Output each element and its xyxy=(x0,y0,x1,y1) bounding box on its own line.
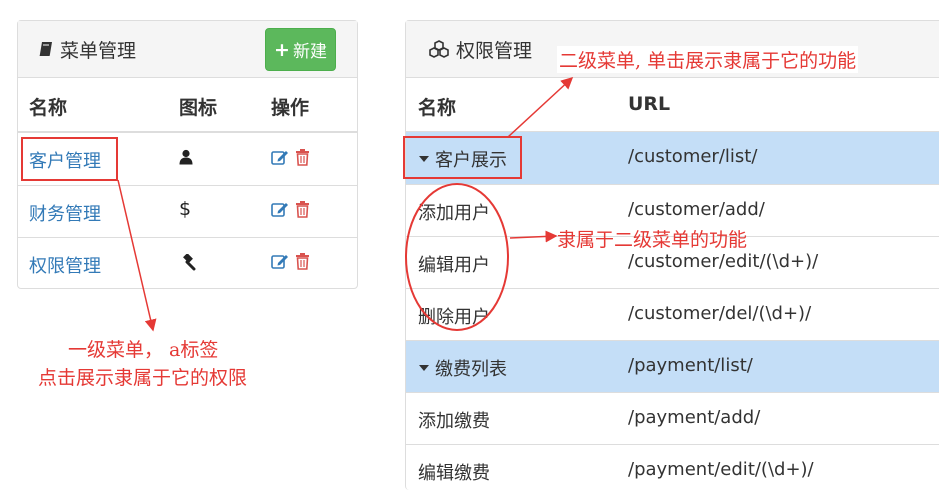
permission-name: 编辑用户 xyxy=(418,255,490,276)
permission-url: /customer/del/(\d+)/ xyxy=(628,303,812,324)
highlight-box-level1 xyxy=(21,137,118,181)
permission-url: /payment/add/ xyxy=(628,407,761,428)
column-name: 名称 xyxy=(29,97,68,119)
column-name: 名称 xyxy=(418,97,457,119)
permission-row: 添加缴费 /payment/add/ xyxy=(406,392,939,444)
annotation-functions: 隶属于二级菜单的功能 xyxy=(557,229,748,251)
menu-link-finance[interactable]: 财务管理 xyxy=(29,200,101,226)
permission-name: 添加用户 xyxy=(418,203,490,224)
annotation-level2: 二级菜单, 单击展示隶属于它的功能 xyxy=(557,46,859,73)
plus-icon: + xyxy=(274,38,290,61)
caret-down-icon xyxy=(418,358,430,379)
menu-row: 财务管理 $ xyxy=(18,185,357,237)
group-url: /customer/list/ xyxy=(628,146,758,167)
annotation-level1-line2: 点击展示隶属于它的权限 xyxy=(38,367,248,389)
permission-group-row[interactable]: 缴费列表 /payment/list/ xyxy=(406,340,939,392)
edit-icon[interactable] xyxy=(271,253,289,275)
column-icon: 图标 xyxy=(179,97,218,119)
book-icon xyxy=(38,41,54,57)
permission-table-header: 名称 URL xyxy=(406,79,939,133)
permission-row: 编辑缴费 /payment/edit/(\d+)/ xyxy=(406,444,939,496)
annotation-level1-line1: 一级菜单， a标签 xyxy=(68,339,219,361)
menu-table-header: 名称 图标 操作 xyxy=(18,79,357,133)
permission-url: /customer/add/ xyxy=(628,199,765,220)
permission-url: /customer/edit/(\d+)/ xyxy=(628,251,819,272)
delete-icon[interactable] xyxy=(295,149,310,171)
menu-row: 权限管理 xyxy=(18,237,357,289)
permission-panel: 权限管理 名称 URL 客户展示 /customer/list/ 添加用户 /c… xyxy=(405,20,939,490)
new-menu-button[interactable]: + 新建 xyxy=(265,28,336,71)
permission-row: 删除用户 /customer/del/(\d+)/ xyxy=(406,288,939,340)
highlight-box-level2 xyxy=(403,136,522,179)
menu-panel-title: 菜单管理 xyxy=(60,39,137,62)
delete-icon[interactable] xyxy=(295,253,310,275)
permission-name: 删除用户 xyxy=(418,307,490,328)
permission-panel-title: 权限管理 xyxy=(456,39,533,62)
group-name: 缴费列表 xyxy=(435,359,507,380)
new-button-label: 新建 xyxy=(292,42,327,62)
user-icon xyxy=(179,149,193,170)
dollar-icon: $ xyxy=(179,198,192,220)
permission-url: /payment/edit/(\d+)/ xyxy=(628,459,814,480)
menu-link-permission[interactable]: 权限管理 xyxy=(29,252,101,278)
permission-name: 编辑缴费 xyxy=(418,463,490,484)
permission-name: 添加缴费 xyxy=(418,411,490,432)
delete-icon[interactable] xyxy=(295,201,310,223)
group-url: /payment/list/ xyxy=(628,355,753,376)
column-actions: 操作 xyxy=(271,97,310,119)
column-url: URL xyxy=(628,93,671,115)
edit-icon[interactable] xyxy=(271,149,289,171)
gavel-icon xyxy=(179,253,197,276)
edit-icon[interactable] xyxy=(271,201,289,223)
cubes-icon xyxy=(428,40,450,58)
